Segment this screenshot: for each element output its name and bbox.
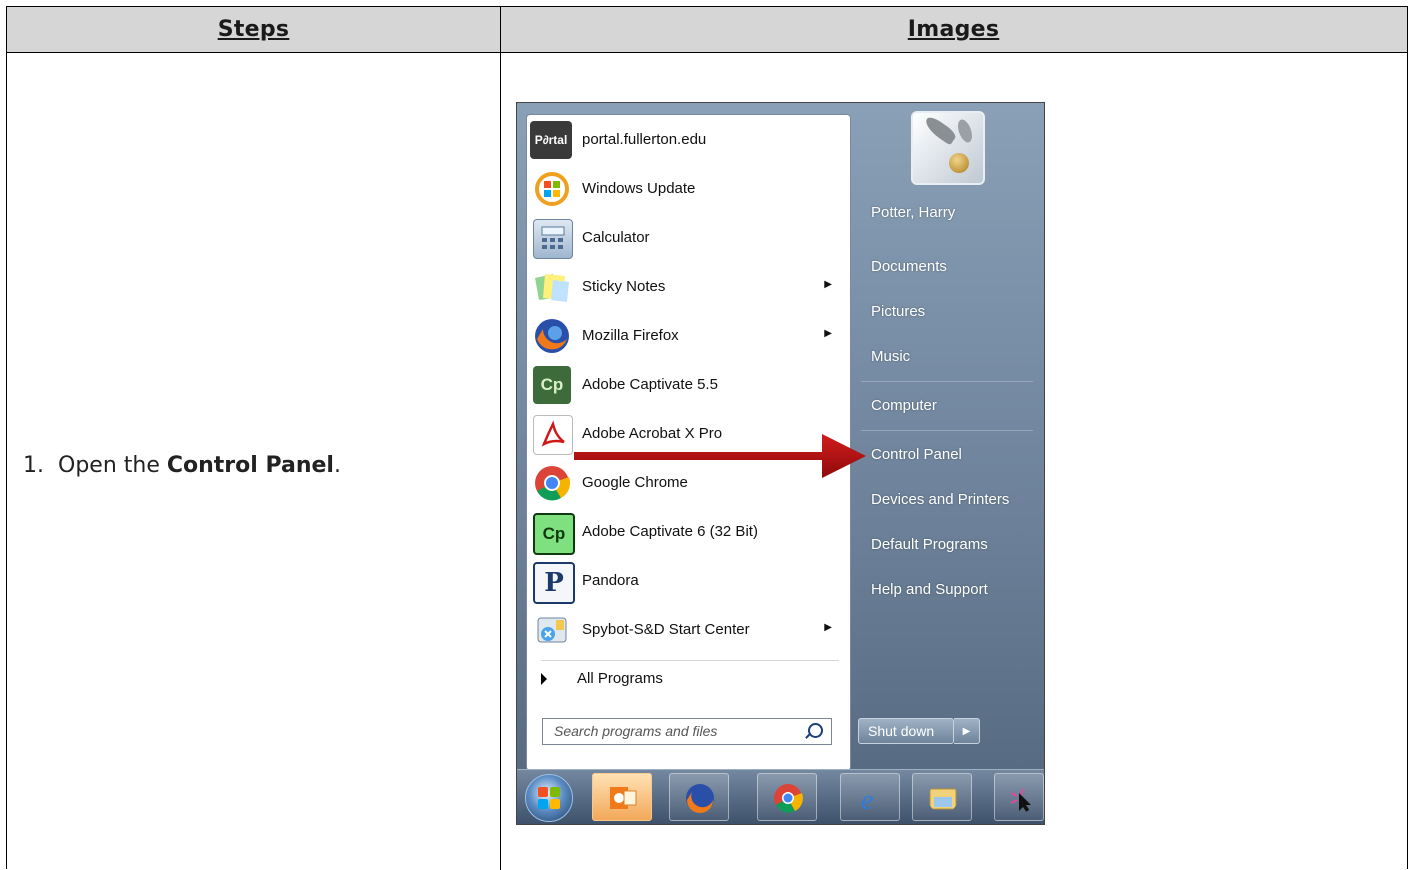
program-label: Adobe Captivate 5.5 (582, 376, 718, 393)
submenu-arrow-icon[interactable]: ▶ (824, 279, 832, 290)
music-link[interactable]: Music (871, 348, 910, 365)
sticky-notes-icon (533, 268, 571, 306)
documents-link[interactable]: Documents (871, 258, 947, 275)
chrome-icon[interactable] (757, 773, 817, 821)
step-1-text: 1. Open the Control Panel. (23, 453, 341, 478)
step-suffix: . (333, 453, 341, 478)
program-label: Pandora (582, 572, 639, 589)
snitch-ball (949, 153, 969, 173)
program-spybot[interactable]: Spybot-S&D Start Center ▶ (527, 605, 850, 654)
program-calculator[interactable]: Calculator (527, 213, 850, 262)
program-captivate-55[interactable]: Cp Adobe Captivate 5.5 (527, 360, 850, 409)
right-separator (861, 430, 1033, 431)
snitch-wing-left (922, 114, 958, 146)
acrobat-icon (533, 415, 573, 455)
captivate-icon: Cp (533, 513, 575, 555)
program-label: Sticky Notes (582, 278, 666, 295)
program-label: Mozilla Firefox (582, 327, 679, 344)
all-programs-label: All Programs (577, 670, 663, 687)
program-label: Adobe Captivate 6 (32 Bit) (582, 523, 758, 540)
windows-update-icon (533, 170, 571, 208)
user-avatar[interactable] (911, 111, 985, 185)
column-divider (500, 7, 501, 870)
svg-text:e: e (861, 785, 873, 813)
program-portal[interactable]: P∂rtal portal.fullerton.edu (527, 115, 850, 164)
steps-header: Steps (7, 7, 500, 53)
program-windows-update[interactable]: Windows Update (527, 164, 850, 213)
program-pandora[interactable]: P Pandora (527, 556, 850, 605)
step-prefix: Open the (58, 453, 167, 478)
default-programs-link[interactable]: Default Programs (871, 536, 988, 553)
snipping-icon[interactable] (994, 773, 1044, 821)
submenu-arrow-icon[interactable]: ▶ (824, 328, 832, 339)
file-explorer-icon[interactable] (912, 773, 972, 821)
user-name-link[interactable]: Potter, Harry (871, 204, 955, 221)
program-label: Spybot-S&D Start Center (582, 621, 750, 638)
outlook-icon[interactable] (592, 773, 652, 821)
search-placeholder: Search programs and files (554, 723, 718, 739)
pictures-link[interactable]: Pictures (871, 303, 925, 320)
step-number: 1. (23, 453, 44, 478)
submenu-arrow-icon[interactable]: ▶ (824, 622, 832, 633)
captivate-icon: Cp (533, 366, 571, 404)
internet-explorer-icon[interactable]: e (840, 773, 900, 821)
program-label: Calculator (582, 229, 650, 246)
chrome-icon (533, 464, 571, 502)
portal-icon: P∂rtal (530, 121, 572, 159)
images-header: Images (500, 7, 1407, 53)
computer-link[interactable]: Computer (871, 397, 937, 414)
program-captivate-6[interactable]: Cp Adobe Captivate 6 (32 Bit) (527, 507, 850, 556)
calculator-icon (533, 219, 573, 259)
right-separator (861, 381, 1033, 382)
all-programs-button[interactable]: All Programs (541, 670, 663, 687)
taskbar: e (517, 769, 1044, 824)
program-label: portal.fullerton.edu (582, 131, 707, 148)
help-support-link[interactable]: Help and Support (871, 581, 988, 598)
spybot-icon (533, 611, 571, 649)
firefox-icon[interactable] (669, 773, 729, 821)
shutdown-options-icon[interactable]: ▶ (954, 718, 980, 744)
devices-printers-link[interactable]: Devices and Printers (871, 491, 1009, 508)
red-pointer-arrow-icon (574, 434, 866, 478)
firefox-icon (533, 317, 571, 355)
expand-arrow-icon (541, 673, 547, 686)
program-label: Windows Update (582, 180, 696, 197)
control-panel-link[interactable]: Control Panel (871, 446, 962, 463)
start-orb-icon[interactable] (525, 774, 573, 822)
search-icon[interactable] (808, 723, 823, 738)
step-bold-target: Control Panel (166, 453, 334, 478)
program-sticky-notes[interactable]: Sticky Notes ▶ (527, 262, 850, 311)
shutdown-button[interactable]: Shut down (858, 718, 954, 744)
programs-separator (541, 660, 839, 661)
pandora-icon: P (533, 562, 575, 604)
search-box[interactable]: Search programs and files (542, 718, 832, 745)
program-firefox[interactable]: Mozilla Firefox ▶ (527, 311, 850, 360)
snitch-wing-right (955, 117, 975, 145)
